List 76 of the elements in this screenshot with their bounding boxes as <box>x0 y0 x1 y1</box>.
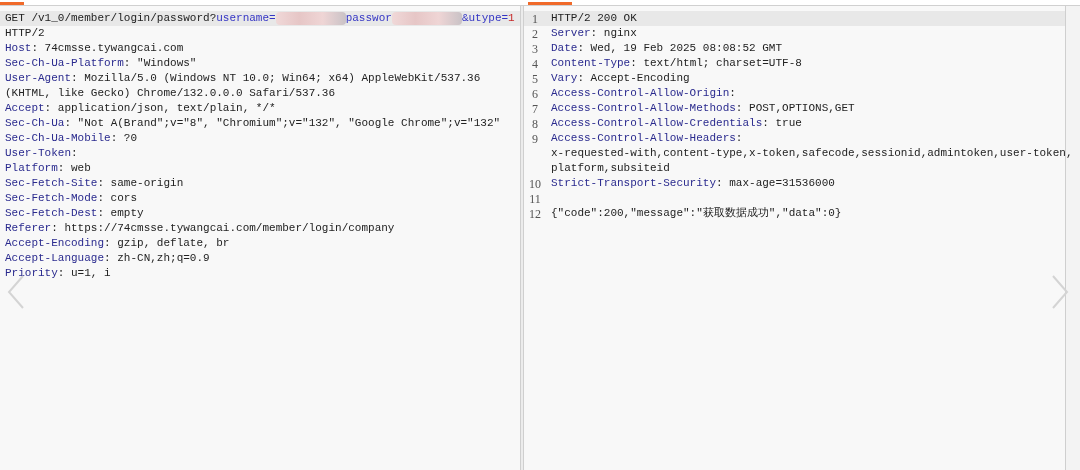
header-name: Priority <box>5 266 58 282</box>
line-number: 2 <box>532 26 538 41</box>
chevron-right-icon[interactable] <box>1050 274 1070 310</box>
url-part: 1 <box>508 11 515 27</box>
header-name: Sec-Fetch-Dest <box>5 206 98 222</box>
header-name: Sec-Ch-Ua-Mobile <box>5 131 111 147</box>
header-name: User-Agent <box>5 71 71 87</box>
header-value: : "Windows" <box>123 56 197 72</box>
header-value: : <box>729 86 736 102</box>
code-line: (KHTML, like Gecko) Chrome/132.0.0.0 Safari/537.36 <box>5 86 336 102</box>
header-name: Accept-Encoding <box>5 236 105 252</box>
header-value: : max-age=31536000 <box>716 176 835 192</box>
header-name: Sec-Ch-Ua-Platform <box>5 56 124 72</box>
url-part: passwor <box>345 11 392 27</box>
line-number: 11 <box>529 191 541 206</box>
header-name: Access-Control-Allow-Headers <box>551 131 736 147</box>
redaction-blur <box>391 12 462 25</box>
header-name: Access-Control-Allow-Origin <box>551 86 730 102</box>
header-value: : https://74cmsse.tywangcai.com/member/login/company <box>51 221 395 237</box>
header-value: : 74cmsse.tywangcai.com <box>31 41 184 57</box>
header-value: : ?0 <box>110 131 138 147</box>
header-name: Sec-Ch-Ua <box>5 116 65 132</box>
code-line: {"code":200,"message":"获取数据成功","data":0} <box>551 206 842 222</box>
line-number: 3 <box>532 41 538 56</box>
tab-indicator <box>528 2 572 5</box>
header-value: : application/json, text/plain, */* <box>44 101 276 117</box>
url-part: GET /v1_0/member/login/password? <box>5 11 217 27</box>
header-value: : "Not A(Brand";v="8", "Chromium";v="132", "Google Chrome";v="132" <box>64 116 501 132</box>
line-number: 6 <box>532 86 538 101</box>
header-name: Referer <box>5 221 52 237</box>
code-line: x-requested-with,content-type,x-token,safecode,sessionid,admintoken,user-token, <box>551 146 1073 162</box>
line-number: 1 <box>532 11 538 26</box>
header-value: : cors <box>97 191 138 207</box>
header-value: : <box>71 146 78 162</box>
code-line: HTTP/2 <box>5 26 45 42</box>
header-name: Server <box>551 26 591 42</box>
header-name: Accept-Language <box>5 251 105 267</box>
header-value: : true <box>762 116 802 132</box>
code-line: platform,subsiteid <box>551 161 670 177</box>
header-value: : nginx <box>590 26 637 42</box>
line-number: 12 <box>529 206 541 221</box>
line-number: 9 <box>532 131 538 146</box>
header-value: : Wed, 19 Feb 2025 08:08:52 GMT <box>577 41 783 57</box>
header-name: Strict-Transport-Security <box>551 176 717 192</box>
header-name: User-Token <box>5 146 71 162</box>
header-name: Sec-Fetch-Mode <box>5 191 98 207</box>
header-name: Sec-Fetch-Site <box>5 176 98 192</box>
tab-indicator <box>0 2 24 5</box>
header-value: : gzip, deflate, br <box>104 236 230 252</box>
header-name: Access-Control-Allow-Credentials <box>551 116 763 132</box>
code-line: HTTP/2 200 OK <box>551 11 637 27</box>
header-value: : text/html; charset=UTF-8 <box>630 56 802 72</box>
header-value: : <box>735 131 743 147</box>
redaction-blur <box>275 12 346 25</box>
header-name: Vary <box>551 71 578 87</box>
header-value: : Accept-Encoding <box>577 71 690 87</box>
header-value: : u=1, i <box>57 266 111 282</box>
line-number: 4 <box>532 56 538 71</box>
line-number: 7 <box>532 101 538 116</box>
header-value: : zh-CN,zh;q=0.9 <box>104 251 210 267</box>
header-value: : web <box>57 161 91 177</box>
header-name: Host <box>5 41 32 57</box>
line-number: 10 <box>529 176 541 191</box>
header-name: Accept <box>5 101 45 117</box>
url-part: &utype= <box>461 11 509 27</box>
url-part: username= <box>216 11 276 27</box>
header-name: Access-Control-Allow-Methods <box>551 101 736 117</box>
header-value: : POST,OPTIONS,GET <box>735 101 855 117</box>
header-value: : same-origin <box>97 176 184 192</box>
line-number: 8 <box>532 116 538 131</box>
line-number: 5 <box>532 71 538 86</box>
header-name: Date <box>551 41 578 57</box>
header-name: Platform <box>5 161 58 177</box>
header-value: : Mozilla/5.0 (Windows NT 10.0; Win64; x64) AppleWebKit/537.36 <box>71 71 481 87</box>
header-value: : empty <box>97 206 144 222</box>
header-name: Content-Type <box>551 56 631 72</box>
